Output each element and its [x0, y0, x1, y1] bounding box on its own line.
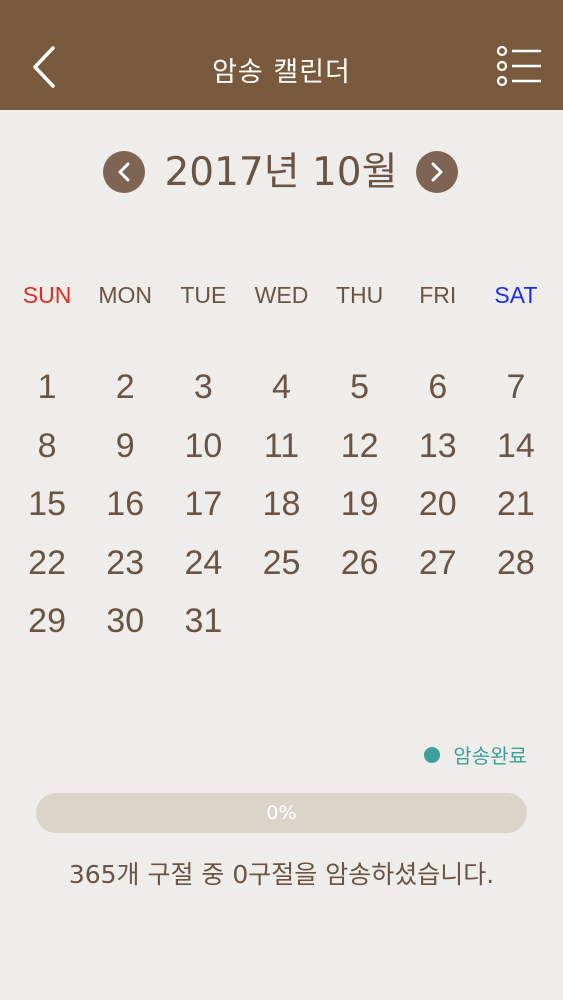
calendar-day[interactable]: 3 [164, 362, 242, 421]
calendar-day[interactable]: 21 [477, 479, 555, 538]
calendar-day[interactable]: 4 [242, 362, 320, 421]
calendar-day[interactable]: 7 [477, 362, 555, 421]
weekday-header: SUN MON TUE WED THU FRI SAT [8, 282, 555, 309]
calendar-day[interactable]: 16 [86, 479, 164, 538]
calendar-day[interactable]: 30 [86, 596, 164, 655]
progress-label: 0% [266, 802, 297, 824]
calendar-day[interactable]: 22 [8, 538, 86, 597]
weekday-thu: THU [335, 282, 384, 308]
calendar-day[interactable]: 15 [8, 479, 86, 538]
chevron-left-icon [118, 162, 130, 182]
calendar-day[interactable]: 31 [164, 596, 242, 655]
calendar-day[interactable]: 14 [477, 421, 555, 480]
calendar-day[interactable]: 18 [242, 479, 320, 538]
weekday-sat: SAT [494, 282, 538, 308]
weekday-tue: TUE [180, 282, 227, 308]
calendar-days-grid: 1 2 3 4 5 6 7 8 9 10 11 12 13 14 15 16 17 18 19 20 21 22 23 24 2… [8, 362, 555, 655]
calendar-day[interactable]: 24 [164, 538, 242, 597]
calendar-day[interactable]: 19 [321, 479, 399, 538]
app-header: 암송 캘린더 [0, 0, 563, 110]
weekday-sun: SUN [22, 282, 72, 308]
calendar-day[interactable]: 13 [399, 421, 477, 480]
legend: 암송완료 [424, 740, 527, 769]
calendar-day[interactable]: 12 [321, 421, 399, 480]
legend-dot [424, 746, 441, 763]
page-title: 암송 캘린더 [212, 57, 351, 88]
chevron-right-icon [431, 162, 443, 182]
weekday-mon: MON [98, 282, 153, 308]
calendar-day[interactable]: 8 [8, 421, 86, 480]
calendar-day[interactable]: 29 [8, 596, 86, 655]
weekday-wed: WED [254, 282, 309, 308]
calendar-day[interactable]: 5 [321, 362, 399, 421]
calendar-day[interactable]: 25 [242, 538, 320, 597]
calendar-day[interactable]: 17 [164, 479, 242, 538]
weekday-fri: FRI [419, 282, 457, 308]
calendar-day[interactable]: 1 [8, 362, 86, 421]
calendar-day[interactable]: 10 [164, 421, 242, 480]
month-navigator: 2017년 10월 [0, 148, 563, 198]
progress-bar: 0% [36, 793, 527, 833]
calendar-day[interactable]: 9 [86, 421, 164, 480]
month-title: 2017년 10월 [164, 150, 398, 195]
calendar-day[interactable]: 26 [321, 538, 399, 597]
calendar-day[interactable]: 28 [477, 538, 555, 597]
progress-summary: 365개 구절 중 0구절을 암송하셨습니다. [68, 860, 495, 889]
calendar-day[interactable]: 2 [86, 362, 164, 421]
calendar-day[interactable]: 23 [86, 538, 164, 597]
calendar-day[interactable]: 27 [399, 538, 477, 597]
list-icon [496, 45, 541, 87]
legend-label: 암송완료 [453, 744, 527, 768]
prev-month-button[interactable] [103, 151, 145, 193]
calendar-day[interactable]: 6 [399, 362, 477, 421]
next-month-button[interactable] [416, 151, 458, 193]
calendar-day[interactable]: 11 [242, 421, 320, 480]
menu-button[interactable] [495, 42, 543, 90]
calendar-day[interactable]: 20 [399, 479, 477, 538]
